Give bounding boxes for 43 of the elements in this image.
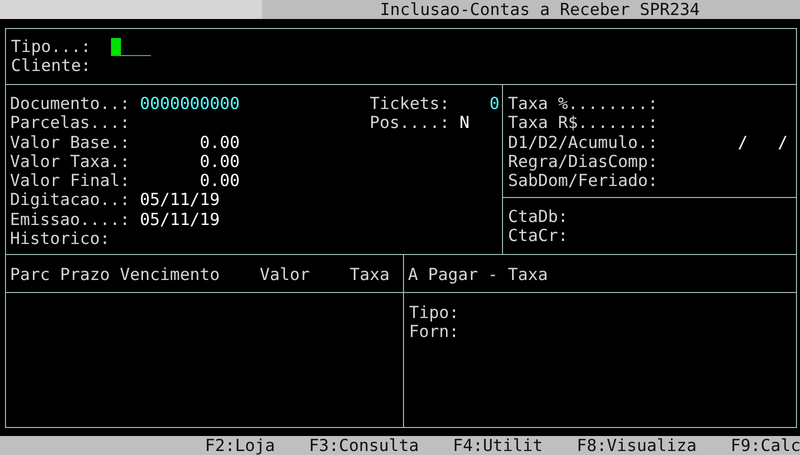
window-title: Inclusao-Contas a Receber SPR234	[380, 0, 700, 19]
field-label: SabDom/Feriado:	[508, 171, 659, 190]
field-value: 05/11/19	[140, 210, 220, 230]
field-value: 0	[488, 94, 500, 114]
field-label: Regra/DiasComp:	[508, 152, 659, 172]
function-key-label: F8:Visualiza	[576, 436, 697, 455]
section-title: A Pagar - Taxa	[408, 265, 548, 284]
function-key-label: F2:Loja	[205, 436, 275, 455]
field-value: 0.00	[198, 171, 240, 190]
field-value: 0.00	[198, 132, 240, 152]
field-label: Documento..:	[10, 94, 131, 114]
column-header: Prazo	[60, 265, 111, 286]
field-label: Tipo...:	[11, 37, 92, 56]
column-header: Valor	[260, 265, 311, 286]
field-label: D1/D2/Acumulo.:	[508, 132, 659, 152]
field-label: Historico:	[10, 229, 111, 248]
field-label: Pos....:	[370, 113, 451, 133]
column-header: Taxa	[350, 265, 391, 286]
field-value: N	[460, 113, 470, 133]
column-header: Vencimento	[120, 265, 221, 286]
field-label: Digitacao..:	[10, 190, 131, 210]
field-label: Valor Final:	[10, 171, 131, 190]
field-label: Cliente:	[11, 56, 92, 76]
input-field[interactable]: ___	[120, 37, 151, 56]
field-label: Parcelas...:	[10, 113, 131, 133]
field-label: Tipo:	[409, 303, 460, 322]
field-label: CtaDb:	[508, 207, 569, 226]
field-label: CtaCr:	[508, 226, 569, 246]
field-value: 0000000000	[140, 94, 240, 114]
field-label: Valor Base.:	[10, 132, 131, 152]
field-label: Forn:	[409, 322, 460, 342]
field-label: Taxa %........:	[508, 94, 659, 114]
field-label: Emissao....:	[10, 210, 131, 230]
function-key-label: F3:Consulta	[308, 436, 419, 455]
field-label: Taxa R$.......:	[508, 113, 659, 133]
function-key-label: F4:Utilit	[452, 436, 543, 455]
field-value: 0.00	[198, 152, 240, 172]
field-value: / /	[738, 132, 788, 152]
column-header: Parc	[10, 265, 51, 286]
field-value: 05/11/19	[140, 190, 220, 210]
field-label: Tickets:	[370, 94, 451, 114]
field-label: Valor Taxa.:	[10, 152, 131, 172]
function-key-label: F9:Calc	[730, 436, 800, 455]
